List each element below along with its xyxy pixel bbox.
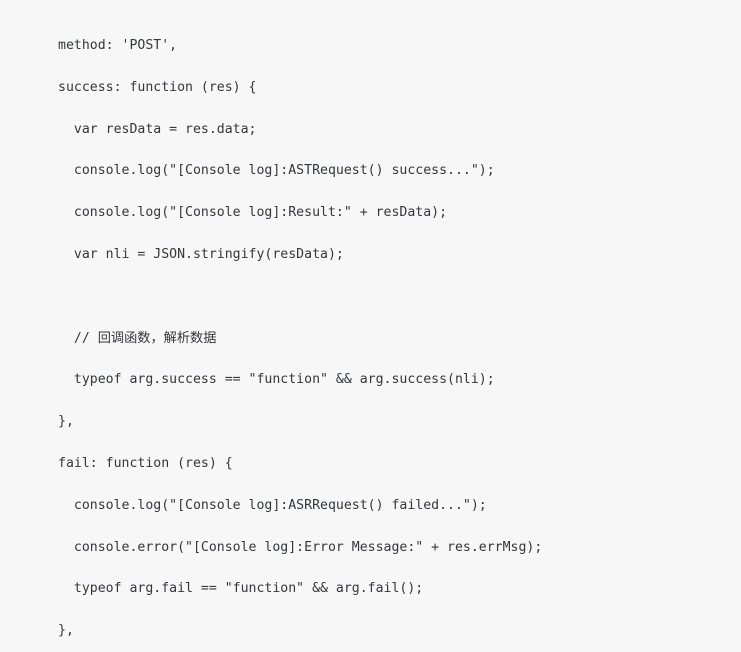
code-lines-container[interactable]: method: 'POST', success: function (res) {… <box>0 13 741 652</box>
code-block: method: 'POST', success: function (res) {… <box>0 0 741 643</box>
code-line: console.error("[Console log]:Error Messa… <box>58 539 543 555</box>
code-line: }, <box>58 623 74 639</box>
code-line: success: function (res) { <box>58 79 257 95</box>
code-line: typeof arg.success == "function" && arg.… <box>58 372 495 388</box>
code-line: console.log("[Console log]:ASTRequest() … <box>58 163 495 179</box>
code-line: var resData = res.data; <box>58 121 257 137</box>
code-line: }, <box>58 414 74 430</box>
code-line: method: 'POST', <box>58 38 178 53</box>
code-line: var nli = JSON.stringify(resData); <box>58 246 344 262</box>
code-line: // 回调函数，解析数据 <box>58 330 217 346</box>
code-line: console.log("[Console log]:Result:" + re… <box>58 205 448 221</box>
code-line: console.log("[Console log]:ASRRequest() … <box>58 497 487 513</box>
code-line: fail: function (res) { <box>58 455 233 471</box>
code-comment-cjk: 回调函数，解析数据 <box>97 330 217 346</box>
code-line: typeof arg.fail == "function" && arg.fai… <box>58 581 424 597</box>
